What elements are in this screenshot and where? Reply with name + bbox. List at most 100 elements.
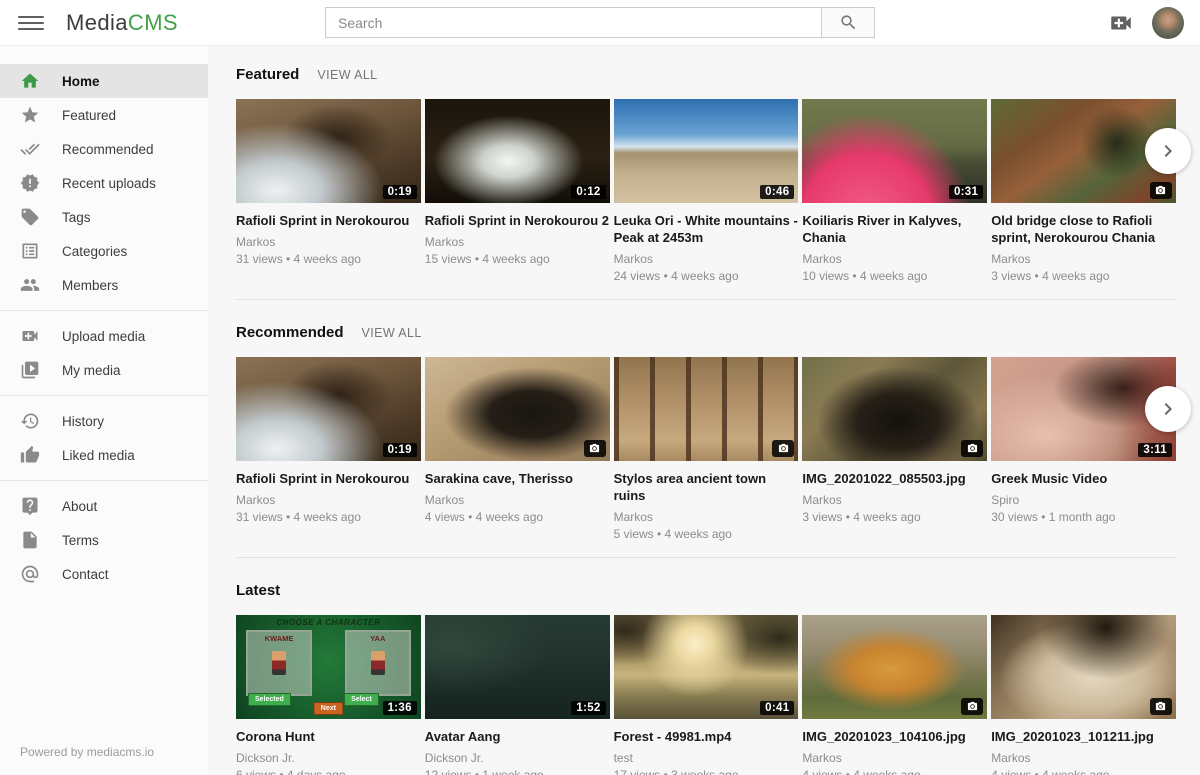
- image-thumbnail[interactable]: [802, 357, 987, 461]
- media-card[interactable]: 3:11 Greek Music Video Spiro 30 views • …: [991, 357, 1176, 541]
- media-card[interactable]: Stylos area ancient town ruins Markos 5 …: [614, 357, 799, 541]
- sidebar-item-contact[interactable]: Contact: [0, 557, 208, 591]
- media-title[interactable]: Rafioli Sprint in Nerokourou: [236, 470, 421, 487]
- section-divider: [236, 299, 1176, 300]
- carousel-next-button[interactable]: [1145, 386, 1191, 432]
- sidebar-item-home[interactable]: Home: [0, 64, 208, 98]
- media-author[interactable]: Markos: [991, 751, 1176, 765]
- media-card[interactable]: CHOOSE A CHARACTER KWAME YAA Selected Ne…: [236, 615, 421, 775]
- upload-media-button[interactable]: [1108, 10, 1134, 36]
- media-title[interactable]: Rafioli Sprint in Nerokourou: [236, 212, 421, 229]
- media-card[interactable]: Old bridge close to Rafioli sprint, Nero…: [991, 99, 1176, 283]
- media-meta: 15 views • 4 weeks ago: [425, 252, 610, 266]
- sidebar-item-members[interactable]: Members: [0, 268, 208, 302]
- video-call-icon: [1108, 10, 1134, 36]
- media-author[interactable]: test: [614, 751, 799, 765]
- media-author[interactable]: Markos: [614, 252, 799, 266]
- photo-badge: [1150, 698, 1172, 715]
- media-card[interactable]: IMG_20201023_101211.jpg Markos 4 views •…: [991, 615, 1176, 775]
- media-meta: 3 views • 4 weeks ago: [802, 510, 987, 524]
- media-card[interactable]: 0:31 Koiliaris River in Kalyves, Chania …: [802, 99, 987, 283]
- media-title[interactable]: Stylos area ancient town ruins: [614, 470, 799, 504]
- section-divider: [236, 557, 1176, 558]
- sidebar-item-about[interactable]: About: [0, 489, 208, 523]
- media-author[interactable]: Markos: [425, 493, 610, 507]
- video-thumbnail[interactable]: 0:19: [236, 357, 421, 461]
- sidebar-item-terms[interactable]: Terms: [0, 523, 208, 557]
- video-thumbnail[interactable]: 0:31: [802, 99, 987, 203]
- view-all-link[interactable]: VIEW ALL: [362, 326, 422, 340]
- sidebar-item-my-media[interactable]: My media: [0, 353, 208, 387]
- sidebar-item-recent-uploads[interactable]: Recent uploads: [0, 166, 208, 200]
- media-title[interactable]: Rafioli Sprint in Nerokourou 2: [425, 212, 610, 229]
- menu-button[interactable]: [18, 12, 44, 34]
- sidebar-item-label: My media: [62, 363, 121, 378]
- image-thumbnail[interactable]: [991, 615, 1176, 719]
- logo[interactable]: MediaCMS: [66, 10, 178, 36]
- media-author[interactable]: Markos: [802, 493, 987, 507]
- video-thumbnail[interactable]: 1:52: [425, 615, 610, 719]
- carousel-next-button[interactable]: [1145, 128, 1191, 174]
- media-card[interactable]: 1:52 Avatar Aang Dickson Jr. 12 views • …: [425, 615, 610, 775]
- media-author[interactable]: Markos: [236, 493, 421, 507]
- media-author[interactable]: Markos: [614, 510, 799, 524]
- sidebar-item-liked-media[interactable]: Liked media: [0, 438, 208, 472]
- sidebar-item-tags[interactable]: Tags: [0, 200, 208, 234]
- image-thumbnail[interactable]: [425, 357, 610, 461]
- media-title[interactable]: Avatar Aang: [425, 728, 610, 745]
- character-sprite: [371, 651, 385, 675]
- character-name: YAA: [347, 634, 409, 643]
- media-author[interactable]: Dickson Jr.: [425, 751, 610, 765]
- media-card[interactable]: 0:19 Rafioli Sprint in Nerokourou Markos…: [236, 357, 421, 541]
- media-title[interactable]: Old bridge close to Rafioli sprint, Nero…: [991, 212, 1176, 246]
- sidebar-item-categories[interactable]: Categories: [0, 234, 208, 268]
- media-card[interactable]: 0:46 Leuka Ori - White mountains - Peak …: [614, 99, 799, 283]
- image-thumbnail[interactable]: [614, 357, 799, 461]
- media-meta: 4 views • 4 weeks ago: [425, 510, 610, 524]
- media-title[interactable]: Sarakina cave, Therisso: [425, 470, 610, 487]
- media-author[interactable]: Markos: [236, 235, 421, 249]
- sidebar-item-recommended[interactable]: Recommended: [0, 132, 208, 166]
- camera-icon: [1155, 701, 1166, 712]
- video-thumbnail[interactable]: 0:19: [236, 99, 421, 203]
- media-title[interactable]: Forest - 49981.mp4: [614, 728, 799, 745]
- star-icon: [20, 105, 40, 125]
- search-bar: [325, 7, 875, 38]
- media-title[interactable]: Koiliaris River in Kalyves, Chania: [802, 212, 987, 246]
- media-card[interactable]: IMG_20201023_104106.jpg Markos 4 views •…: [802, 615, 987, 775]
- search-input[interactable]: [325, 7, 822, 38]
- sidebar-item-upload-media[interactable]: Upload media: [0, 319, 208, 353]
- media-author[interactable]: Markos: [802, 751, 987, 765]
- sidebar-item-label: Terms: [62, 533, 99, 548]
- media-title[interactable]: Greek Music Video: [991, 470, 1176, 487]
- user-avatar[interactable]: [1152, 7, 1184, 39]
- media-card[interactable]: 0:12 Rafioli Sprint in Nerokourou 2 Mark…: [425, 99, 610, 283]
- media-title[interactable]: IMG_20201023_104106.jpg: [802, 728, 987, 745]
- media-author[interactable]: Markos: [425, 235, 610, 249]
- media-author[interactable]: Spiro: [991, 493, 1176, 507]
- media-card[interactable]: 0:41 Forest - 49981.mp4 test 17 views • …: [614, 615, 799, 775]
- video-thumbnail[interactable]: 0:41: [614, 615, 799, 719]
- sidebar-item-history[interactable]: History: [0, 404, 208, 438]
- image-thumbnail[interactable]: [802, 615, 987, 719]
- media-card[interactable]: 0:19 Rafioli Sprint in Nerokourou Markos…: [236, 99, 421, 283]
- video-thumbnail[interactable]: 0:12: [425, 99, 610, 203]
- media-author[interactable]: Markos: [991, 252, 1176, 266]
- video-thumbnail[interactable]: 0:46: [614, 99, 799, 203]
- media-title[interactable]: Corona Hunt: [236, 728, 421, 745]
- media-card[interactable]: Sarakina cave, Therisso Markos 4 views •…: [425, 357, 610, 541]
- media-author[interactable]: Markos: [802, 252, 987, 266]
- media-title[interactable]: IMG_20201022_085503.jpg: [802, 470, 987, 487]
- media-author[interactable]: Dickson Jr.: [236, 751, 421, 765]
- media-title[interactable]: Leuka Ori - White mountains - Peak at 24…: [614, 212, 799, 246]
- view-all-link[interactable]: VIEW ALL: [317, 68, 377, 82]
- media-card[interactable]: IMG_20201022_085503.jpg Markos 3 views •…: [802, 357, 987, 541]
- section-recommended: Recommended VIEW ALL 0:19 Rafioli Sprint…: [236, 324, 1176, 558]
- media-title[interactable]: IMG_20201023_101211.jpg: [991, 728, 1176, 745]
- camera-icon: [967, 443, 978, 454]
- video-thumbnail[interactable]: CHOOSE A CHARACTER KWAME YAA Selected Ne…: [236, 615, 421, 719]
- character-box-right: YAA: [345, 630, 411, 696]
- search-button[interactable]: [822, 7, 875, 38]
- media-meta: 6 views • 4 days ago: [236, 768, 421, 775]
- sidebar-item-featured[interactable]: Featured: [0, 98, 208, 132]
